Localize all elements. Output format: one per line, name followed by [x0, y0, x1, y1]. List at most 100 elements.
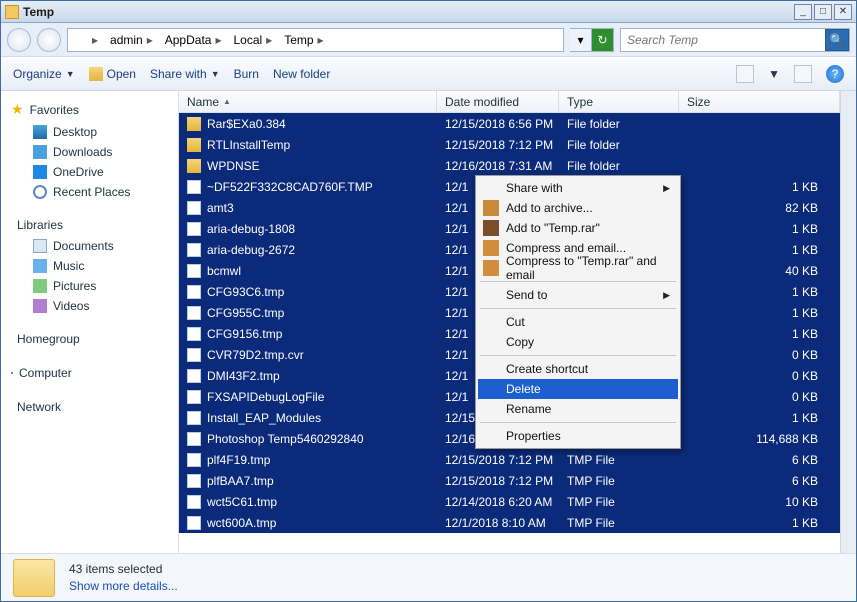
- breadcrumb-segment[interactable]: Temp▸: [278, 29, 329, 51]
- file-icon: [187, 411, 201, 425]
- ctx-copy[interactable]: Copy: [478, 332, 678, 352]
- new-folder-button[interactable]: New folder: [273, 67, 330, 81]
- file-type: TMP File: [559, 495, 679, 509]
- file-icon: [187, 327, 201, 341]
- nav-computer[interactable]: Computer: [1, 362, 178, 384]
- titlebar[interactable]: Temp _ □ ✕: [1, 1, 856, 23]
- documents-icon: [33, 239, 47, 253]
- archive-icon: [483, 220, 499, 236]
- archive-icon: [483, 240, 499, 256]
- show-details-link[interactable]: Show more details...: [69, 578, 178, 595]
- file-row[interactable]: Rar$EXa0.38412/15/2018 6:56 PMFile folde…: [179, 113, 840, 134]
- breadcrumb-segment[interactable]: admin▸: [104, 29, 159, 51]
- back-button[interactable]: [7, 28, 31, 52]
- nav-downloads[interactable]: Downloads: [1, 142, 178, 162]
- nav-network[interactable]: Network: [1, 396, 178, 418]
- file-row[interactable]: wct600A.tmp12/1/2018 8:10 AMTMP File1 KB: [179, 512, 840, 533]
- folder-icon: [187, 159, 201, 173]
- search-input[interactable]: [621, 33, 825, 47]
- file-name: wct5C61.tmp: [207, 495, 277, 509]
- open-button[interactable]: Open: [89, 67, 136, 81]
- ctx-create-shortcut[interactable]: Create shortcut: [478, 359, 678, 379]
- nav-recent-places[interactable]: Recent Places: [1, 182, 178, 202]
- refresh-button[interactable]: ↻: [592, 28, 614, 52]
- file-name: DMI43F2.tmp: [207, 369, 280, 383]
- file-size: 0 KB: [679, 369, 840, 383]
- status-bar: 43 items selected Show more details...: [1, 553, 856, 601]
- folder-icon: [187, 117, 201, 131]
- preview-pane-button[interactable]: [794, 65, 812, 83]
- file-icon: [187, 369, 201, 383]
- navigation-pane: ★Favorites Desktop Downloads OneDrive Re…: [1, 91, 179, 553]
- view-options-button[interactable]: [736, 65, 754, 83]
- desktop-icon: [33, 125, 47, 139]
- ctx-rename[interactable]: Rename: [478, 399, 678, 419]
- address-bar[interactable]: ▸ admin▸ AppData▸ Local▸ Temp▸: [67, 28, 564, 52]
- file-date: 12/14/2018 6:20 AM: [437, 495, 559, 509]
- ctx-add-temp-rar[interactable]: Add to "Temp.rar": [478, 218, 678, 238]
- burn-button[interactable]: Burn: [234, 67, 259, 81]
- favorites-header[interactable]: ★Favorites: [1, 97, 178, 122]
- file-date: 12/1/2018 8:10 AM: [437, 516, 559, 530]
- nav-music[interactable]: Music: [1, 256, 178, 276]
- file-date: 12/15/2018 7:12 PM: [437, 453, 559, 467]
- nav-desktop[interactable]: Desktop: [1, 122, 178, 142]
- scrollbar[interactable]: [840, 91, 856, 553]
- file-name: plfBAA7.tmp: [207, 474, 274, 488]
- ctx-add-archive[interactable]: Add to archive...: [478, 198, 678, 218]
- nav-videos[interactable]: Videos: [1, 296, 178, 316]
- star-icon: ★: [11, 101, 24, 118]
- file-size: 1 KB: [679, 180, 840, 194]
- close-button[interactable]: ✕: [834, 4, 852, 20]
- view-dropdown-button[interactable]: ▼: [768, 67, 780, 81]
- file-row[interactable]: plfBAA7.tmp12/15/2018 7:12 PMTMP File6 K…: [179, 470, 840, 491]
- share-with-button[interactable]: Share with▼: [150, 67, 220, 81]
- file-icon: [187, 474, 201, 488]
- nav-homegroup[interactable]: Homegroup: [1, 328, 178, 350]
- file-date: 12/16/2018 7:31 AM: [437, 159, 559, 173]
- ctx-send-to[interactable]: Send to: [478, 285, 678, 305]
- column-type[interactable]: Type: [559, 91, 679, 112]
- nav-documents[interactable]: Documents: [1, 236, 178, 256]
- file-date: 12/15/2018 6:56 PM: [437, 117, 559, 131]
- file-size: 1 KB: [679, 411, 840, 425]
- explorer-window: Temp _ □ ✕ ▸ admin▸ AppData▸ Local▸ Temp…: [0, 0, 857, 602]
- file-row[interactable]: RTLInstallTemp12/15/2018 7:12 PMFile fol…: [179, 134, 840, 155]
- file-type: TMP File: [559, 474, 679, 488]
- column-date[interactable]: Date modified: [437, 91, 559, 112]
- file-name: CVR79D2.tmp.cvr: [207, 348, 304, 362]
- file-row[interactable]: wct5C61.tmp12/14/2018 6:20 AMTMP File10 …: [179, 491, 840, 512]
- clock-icon: [33, 185, 47, 199]
- ctx-cut[interactable]: Cut: [478, 312, 678, 332]
- help-icon[interactable]: ?: [826, 65, 844, 83]
- file-row[interactable]: plf4F19.tmp12/15/2018 7:12 PMTMP File6 K…: [179, 449, 840, 470]
- file-size: 0 KB: [679, 390, 840, 404]
- column-name[interactable]: Name▲: [179, 91, 437, 112]
- nav-onedrive[interactable]: OneDrive: [1, 162, 178, 182]
- search-box[interactable]: 🔍: [620, 28, 850, 52]
- file-row[interactable]: WPDNSE12/16/2018 7:31 AMFile folder: [179, 155, 840, 176]
- organize-button[interactable]: Organize▼: [13, 67, 75, 81]
- address-dropdown-button[interactable]: ▾: [570, 28, 592, 52]
- file-list[interactable]: Rar$EXa0.38412/15/2018 6:56 PMFile folde…: [179, 113, 840, 553]
- file-size: 1 KB: [679, 222, 840, 236]
- search-icon[interactable]: 🔍: [825, 29, 849, 51]
- file-icon: [187, 222, 201, 236]
- file-icon: [187, 453, 201, 467]
- file-size: 1 KB: [679, 516, 840, 530]
- window-title: Temp: [23, 5, 792, 19]
- cloud-icon: [33, 165, 47, 179]
- maximize-button[interactable]: □: [814, 4, 832, 20]
- libraries-header[interactable]: Libraries: [1, 214, 178, 236]
- minimize-button[interactable]: _: [794, 4, 812, 20]
- ctx-delete[interactable]: Delete: [478, 379, 678, 399]
- column-size[interactable]: Size: [679, 91, 840, 112]
- breadcrumb-segment[interactable]: AppData▸: [159, 29, 228, 51]
- ctx-properties[interactable]: Properties: [478, 426, 678, 446]
- file-name: aria-debug-1808: [207, 222, 295, 236]
- breadcrumb-segment[interactable]: Local▸: [227, 29, 278, 51]
- ctx-compress-temp-email[interactable]: Compress to "Temp.rar" and email: [478, 258, 678, 278]
- ctx-share-with[interactable]: Share with: [478, 178, 678, 198]
- nav-pictures[interactable]: Pictures: [1, 276, 178, 296]
- forward-button[interactable]: [37, 28, 61, 52]
